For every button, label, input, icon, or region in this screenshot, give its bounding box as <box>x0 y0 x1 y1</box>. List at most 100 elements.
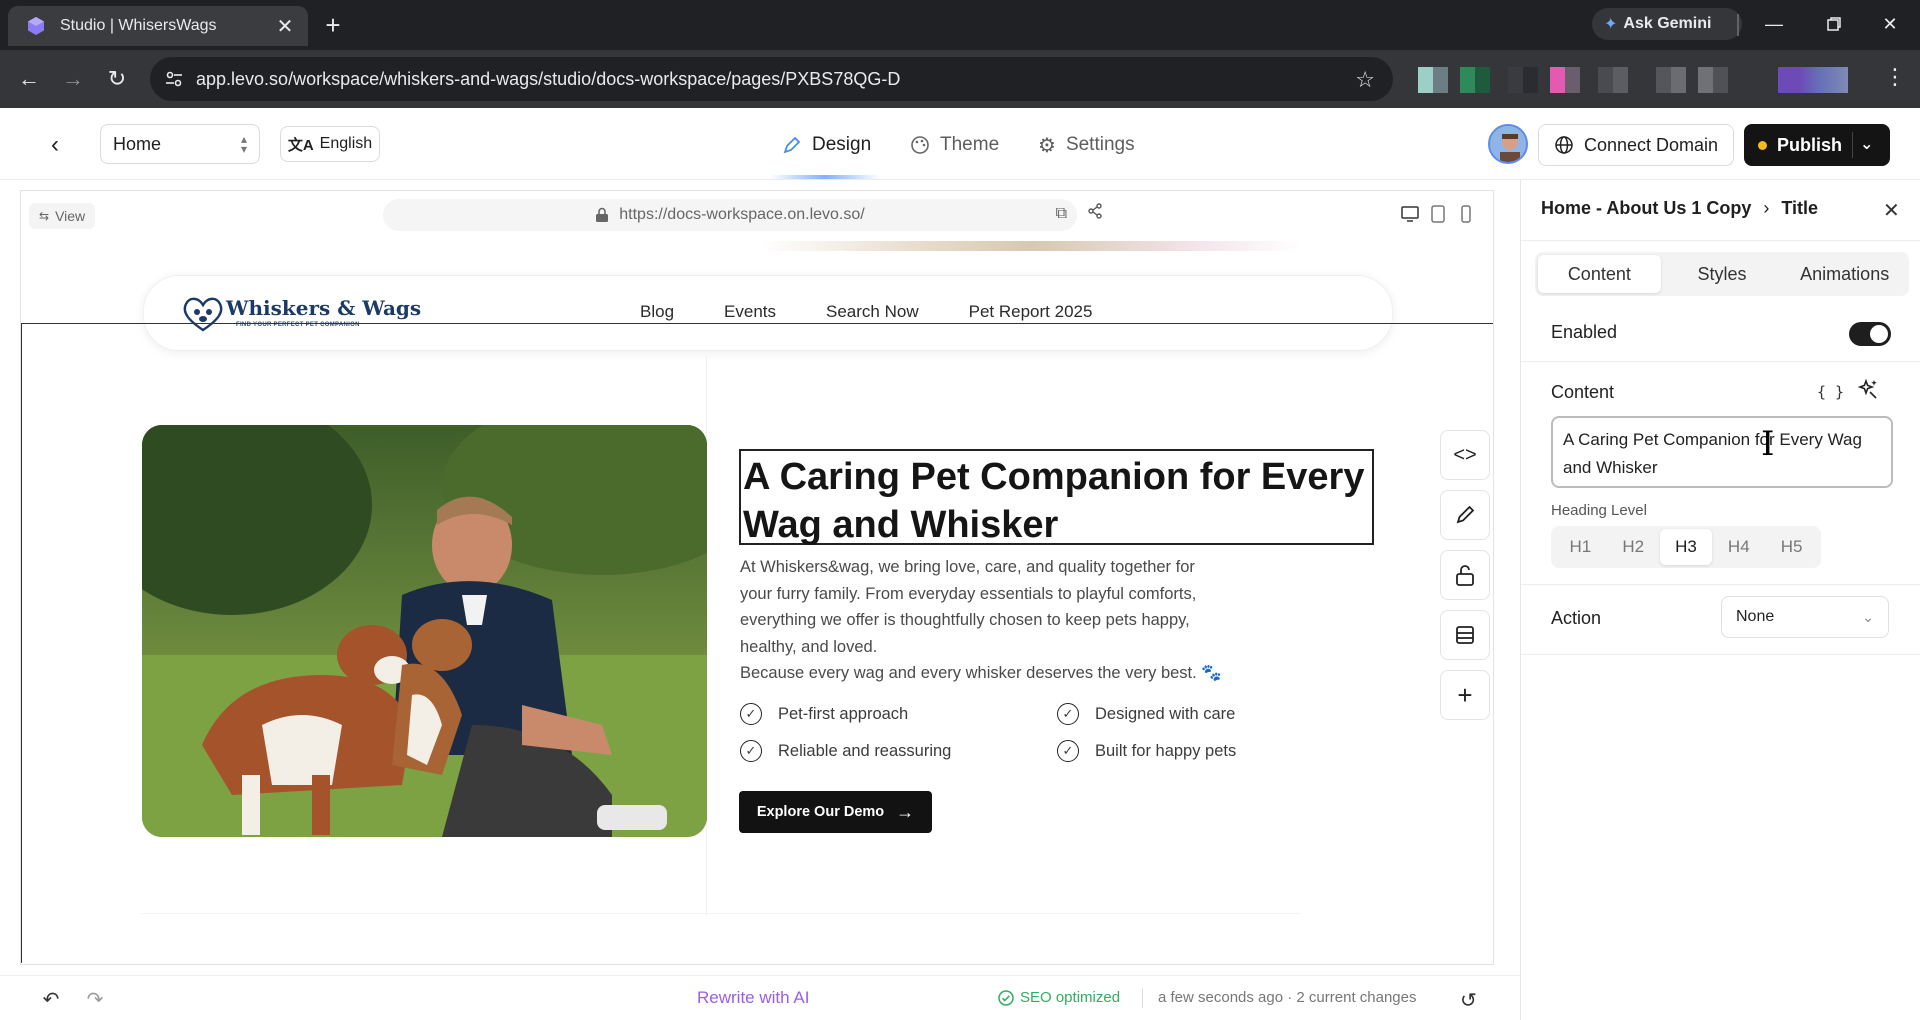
hero-description[interactable]: At Whiskers&wag, we bring love, care, an… <box>740 554 1300 687</box>
add-icon[interactable]: + <box>1440 670 1490 720</box>
breadcrumb: Home - About Us 1 Copy › Title <box>1541 198 1818 219</box>
status-divider <box>1142 988 1143 1008</box>
mobile-icon[interactable] <box>1457 205 1475 223</box>
editor-status-bar: ↶ ↷ Rewrite with AI SEO optimized a few … <box>0 975 1520 1020</box>
view-button[interactable]: ⇆ View <box>29 203 96 229</box>
palette-icon <box>911 136 929 154</box>
address-bar[interactable]: app.levo.so/workspace/whiskers-and-wags/… <box>150 57 1393 101</box>
external-link-icon[interactable]: ⧉ <box>1056 205 1067 223</box>
undo-icon[interactable]: ↶ <box>40 988 62 1011</box>
extension-icon[interactable] <box>1460 67 1490 93</box>
hero-description-line: Because every wag and every whisker dese… <box>740 664 1222 682</box>
tab-settings[interactable]: ⚙ Settings <box>1038 130 1135 160</box>
tab-content[interactable]: Content <box>1538 255 1661 293</box>
connect-domain-button[interactable]: Connect Domain <box>1538 124 1734 166</box>
enabled-toggle[interactable] <box>1849 322 1891 346</box>
explore-demo-label: Explore Our Demo <box>756 804 885 820</box>
language-button[interactable]: 文A English <box>280 126 380 162</box>
browser-tab[interactable]: Studio | WhisersWags ✕ <box>8 6 308 46</box>
globe-icon <box>1555 136 1573 154</box>
extension-icon[interactable] <box>1656 67 1686 93</box>
publish-button[interactable]: Publish ⌄ <box>1744 124 1890 166</box>
heading-level-h5[interactable]: H5 <box>1765 529 1818 565</box>
heading-level-label: Heading Level <box>1551 502 1647 519</box>
forward-arrow-icon[interactable]: → <box>58 64 88 94</box>
publish-label: Publish <box>1777 134 1843 155</box>
close-tab-icon[interactable]: ✕ <box>274 15 296 38</box>
divider <box>1521 584 1920 585</box>
nav-link-pet-report[interactable]: Pet Report 2025 <box>969 302 1093 322</box>
desktop-icon[interactable] <box>1401 205 1419 223</box>
row-guide <box>141 913 1301 914</box>
chevron-down-icon[interactable]: ⌄ <box>1860 134 1873 154</box>
feature-item: ✓ Built for happy pets <box>1057 740 1236 762</box>
nav-link-search[interactable]: Search Now <box>826 302 919 322</box>
back-chevron-icon[interactable]: ‹ <box>42 131 68 158</box>
layers-icon[interactable] <box>1440 610 1490 660</box>
new-tab-button[interactable]: + <box>318 10 348 40</box>
rewrite-with-ai-button[interactable]: Rewrite with AI <box>697 988 809 1008</box>
extension-icon[interactable] <box>1508 67 1538 93</box>
preview-frame: ⇆ View https://docs-workspace.on.levo.so… <box>20 190 1494 965</box>
history-icon[interactable]: ↺ <box>1460 988 1477 1013</box>
extension-icon[interactable] <box>1698 67 1728 93</box>
profile-extension-icon[interactable] <box>1778 67 1848 93</box>
minimize-icon[interactable]: — <box>1744 6 1804 42</box>
action-select[interactable]: None ⌄ <box>1721 596 1889 638</box>
browser-menu-icon[interactable]: ⋮ <box>1884 64 1906 90</box>
share-icon[interactable] <box>1087 203 1103 224</box>
ai-sparkle-icon[interactable] <box>1857 378 1879 400</box>
arrow-right-icon: → <box>896 801 915 822</box>
check-circle-icon <box>998 989 1014 1006</box>
close-window-icon[interactable]: ✕ <box>1860 6 1920 42</box>
hero-title[interactable]: A Caring Pet Companion for Every Wag and… <box>743 453 1373 549</box>
tab-styles[interactable]: Styles <box>1661 255 1784 293</box>
reload-icon[interactable]: ↻ <box>102 64 132 94</box>
heading-level-h1[interactable]: H1 <box>1554 529 1607 565</box>
tab-settings-label: Settings <box>1065 134 1135 155</box>
nav-link-events[interactable]: Events <box>724 302 776 322</box>
studio-header: ‹ Home ▴ ▾ 文A English Design Theme ⚙ Sett… <box>0 108 1920 180</box>
close-panel-icon[interactable]: ✕ <box>1883 198 1900 223</box>
ask-gemini-button[interactable]: ✦ Ask Gemini <box>1592 8 1742 40</box>
bookmark-star-icon[interactable]: ☆ <box>1355 67 1375 93</box>
tablet-icon[interactable] <box>1429 205 1447 223</box>
save-status: a few seconds ago · 2 current changes <box>1158 989 1417 1006</box>
extension-icon[interactable] <box>1598 67 1628 93</box>
heading-level-h4[interactable]: H4 <box>1712 529 1765 565</box>
hero-photo-man-with-dogs[interactable] <box>142 425 707 837</box>
nav-link-blog[interactable]: Blog <box>640 302 674 322</box>
code-icon[interactable]: <> <box>1440 430 1490 480</box>
page-selector[interactable]: Home ▴ ▾ <box>100 124 260 164</box>
translate-icon: 文A <box>287 136 314 154</box>
view-label: View <box>55 208 86 224</box>
tab-animations[interactable]: Animations <box>1783 255 1906 293</box>
hero-description-line: your furry family. From everyday essenti… <box>740 584 1197 603</box>
heading-level-h2[interactable]: H2 <box>1607 529 1660 565</box>
levo-favicon-icon <box>28 17 44 35</box>
seo-status[interactable]: SEO optimized <box>998 989 1120 1006</box>
redo-icon[interactable]: ↷ <box>84 988 106 1011</box>
extension-icon[interactable] <box>1550 67 1580 93</box>
avatar[interactable] <box>1488 124 1528 164</box>
tab-design[interactable]: Design <box>782 130 871 160</box>
back-arrow-icon[interactable]: ← <box>14 64 44 94</box>
breadcrumb-parent[interactable]: Home - About Us 1 Copy <box>1541 198 1751 219</box>
site-info-icon[interactable] <box>164 69 184 89</box>
unlock-icon[interactable] <box>1440 550 1490 600</box>
updown-chevron-icon: ▴ ▾ <box>240 132 247 156</box>
panel-tabs: Content Styles Animations <box>1535 252 1909 296</box>
tab-title: Studio | WhisersWags <box>60 17 217 34</box>
preview-url-bar[interactable]: https://docs-workspace.on.levo.so/ ⧉ <box>383 199 1077 231</box>
edit-pencil-icon[interactable] <box>1440 490 1490 540</box>
content-textarea[interactable]: A Caring Pet Companion for Every Wag and… <box>1551 416 1893 488</box>
check-circle-icon: ✓ <box>1057 740 1079 762</box>
dynamic-variable-icon[interactable]: { } <box>1817 383 1844 401</box>
extension-icon[interactable] <box>1418 67 1448 93</box>
divider <box>1521 240 1920 241</box>
tab-theme[interactable]: Theme <box>910 130 999 160</box>
explore-demo-button[interactable]: Explore Our Demo → <box>739 791 932 833</box>
heading-level-selector: H1 H2 H3 H4 H5 <box>1551 526 1821 568</box>
heading-level-h3[interactable]: H3 <box>1659 529 1713 565</box>
restore-icon[interactable] <box>1804 6 1864 42</box>
